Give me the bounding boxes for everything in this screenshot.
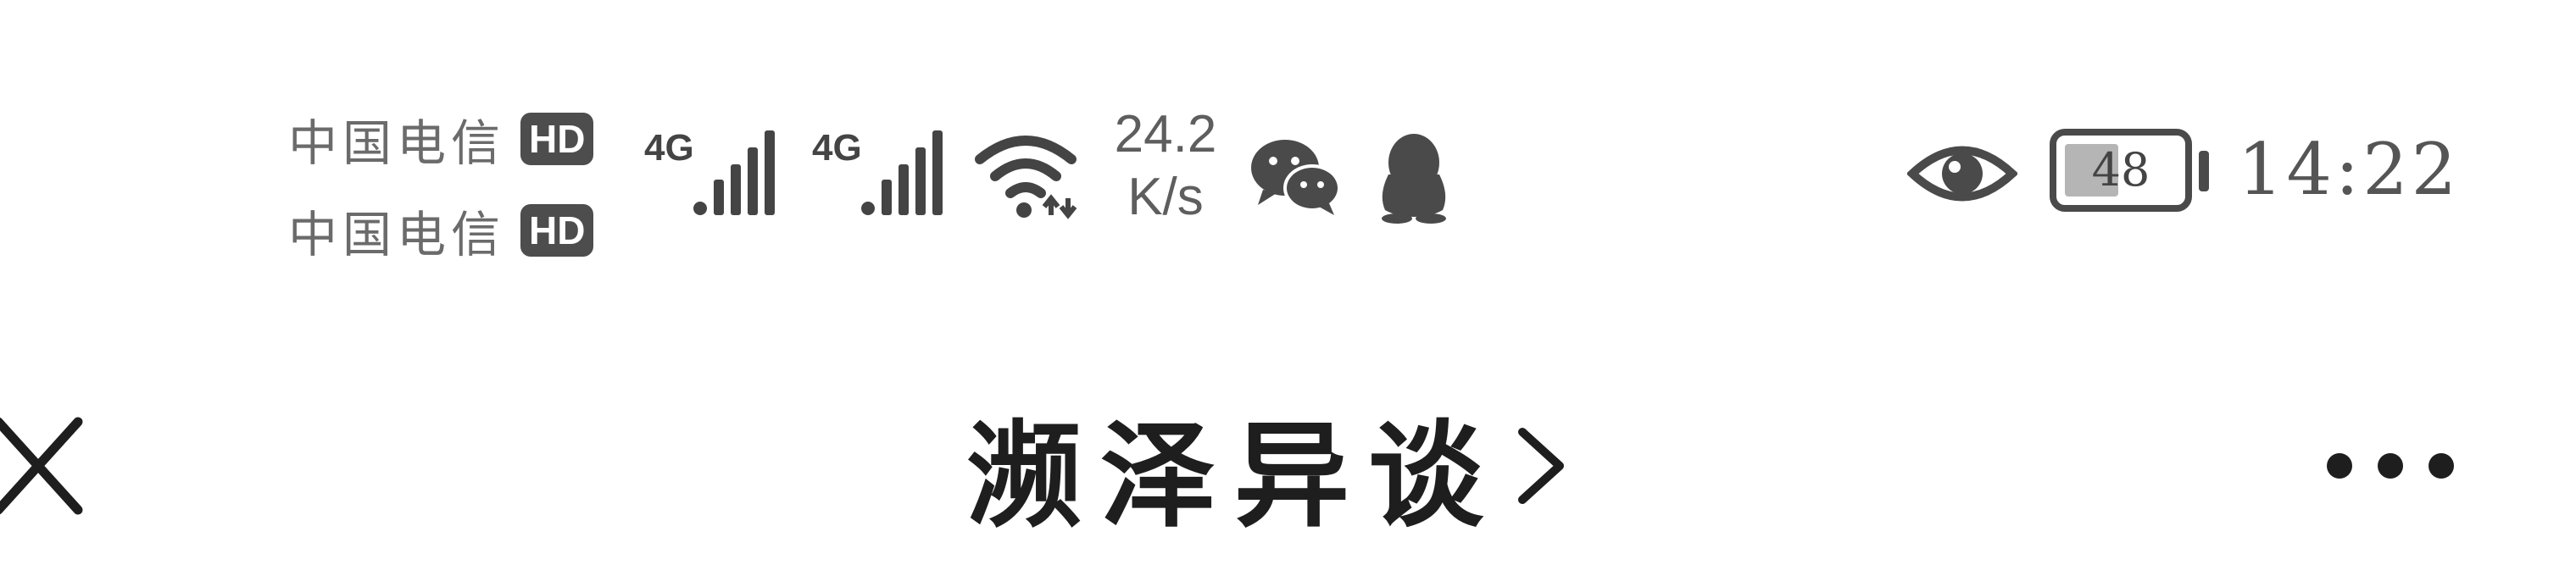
status-time: 14:22 [2238,128,2461,211]
network-speed-value: 24.2 [1114,105,1217,163]
signal-bars-icon [693,130,775,215]
wechat-icon [1251,140,1341,215]
cellular-signal-1: 4G [644,127,797,220]
status-bar: 中国电信 HD 中国电信 HD 4G 4G 24.2 K/s 48 14:22 [0,0,2576,288]
title-bar: 濒泽异谈 [0,373,2576,576]
battery-indicator: 48 [2050,129,2192,212]
close-icon [0,417,83,515]
more-button[interactable] [2306,424,2475,508]
cellular-signal-2: 4G [812,127,965,220]
eye-icon [1907,146,2017,202]
more-icon [2327,453,2454,479]
carrier-row: 中国电信 HD [288,95,627,183]
carrier-name: 中国电信 [288,206,506,263]
carrier-list: 中国电信 HD 中国电信 HD [288,95,627,278]
battery-level: 48 [2091,143,2150,197]
hd-badge: HD [520,204,594,257]
carrier-name: 中国电信 [288,114,506,172]
chevron-right-icon [1518,428,1564,504]
network-speed: 24.2 K/s [1102,103,1229,229]
hd-badge: HD [520,113,594,165]
network-speed-unit: K/s [1127,168,1204,226]
wifi-icon [975,136,1077,219]
close-button[interactable] [0,398,93,534]
page-title-link[interactable]: 濒泽异谈 [966,390,1575,544]
battery-tip [2199,151,2209,191]
signal-bars-icon [861,130,943,215]
qq-icon [1382,134,1446,224]
carrier-row: 中国电信 HD [288,186,627,274]
page-title: 濒泽异谈 [966,407,1502,544]
